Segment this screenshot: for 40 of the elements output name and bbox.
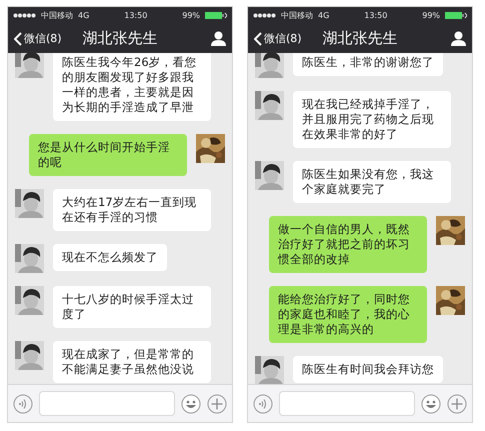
person-icon[interactable] (211, 31, 226, 46)
network-type: 4G (318, 11, 330, 20)
smiley-icon[interactable] (181, 394, 201, 414)
status-time: 13:50 (124, 11, 148, 20)
status-time: 13:50 (364, 11, 388, 20)
plus-icon[interactable] (207, 394, 227, 414)
message-bubble: 现在不怎么频发了 (53, 244, 167, 271)
signal-icon (13, 13, 36, 18)
back-button[interactable]: 微信(8) (254, 31, 302, 46)
message-bubble: 陈医生有时间我会拜访您 (293, 356, 443, 383)
chevron-icon (254, 32, 262, 46)
carrier-name: 中国移动 (281, 10, 313, 21)
message-bubble: 大约在17岁左右一直到现在还有手淫的习惯 (53, 189, 211, 231)
voice-icon[interactable] (13, 394, 33, 414)
message-bubble: 陈医生我今年26岁，看您的朋友圈发现了好多跟我一样的患者，主要就是因为长期的手淫造成了早泄 (53, 53, 211, 121)
signal-icon (253, 13, 276, 18)
carrier-name: 中国移动 (41, 10, 73, 21)
message-bubble: 现在成家了，但是常常的不能满足妻子虽然他没说 (53, 341, 211, 383)
message-bubble: 做一个自信的男人，既然治疗好了就把之前的坏习惯全部的改掉 (269, 216, 427, 273)
battery-percent: 99% (182, 11, 200, 20)
message-input[interactable] (279, 391, 415, 416)
message-bubble: 陈医生如果没有您，我这个家庭就要完了 (293, 161, 451, 203)
message-bubble: 能给您治疗好了，同时您的家庭也和睦了，我的心理是非常的高兴的 (269, 286, 427, 343)
voice-icon[interactable] (253, 394, 273, 414)
network-type: 4G (78, 11, 90, 20)
chat-title: 湖北张先生 (82, 29, 158, 47)
battery-icon (205, 12, 228, 19)
back-button[interactable]: 微信(8) (14, 31, 62, 46)
message-bubble: 陈医生，非常的谢谢您了 (293, 53, 443, 76)
person-icon[interactable] (451, 31, 466, 46)
smiley-icon[interactable] (421, 394, 441, 414)
chat-title: 湖北张先生 (322, 29, 398, 47)
battery-icon (445, 12, 468, 19)
message-bubble: 您是从什么时间开始手淫的呢 (29, 134, 187, 176)
chevron-icon (14, 32, 22, 46)
message-input[interactable] (39, 391, 175, 416)
message-bubble: 现在我已经戒掉手淫了，并且服用完了药物之后现在效果非常的好了 (293, 91, 451, 148)
plus-icon[interactable] (447, 394, 467, 414)
battery-percent: 99% (422, 11, 440, 20)
message-bubble: 十七八岁的时候手淫太过度了 (53, 286, 211, 328)
